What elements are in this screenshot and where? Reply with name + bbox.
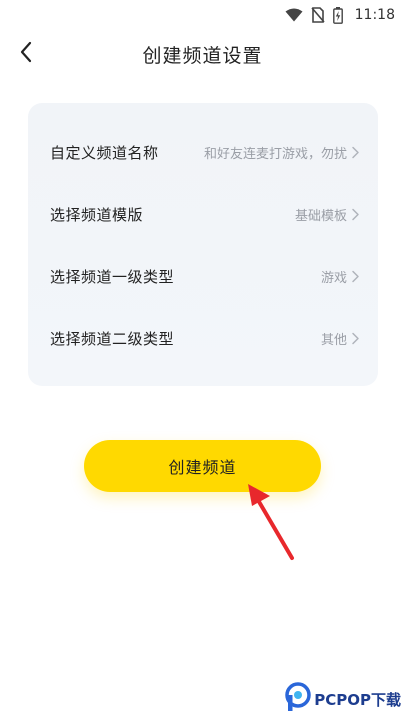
watermark-text: PCPOP下载 xyxy=(314,690,401,709)
chevron-right-icon xyxy=(351,146,360,159)
watermark: PCPOP下载 xyxy=(285,682,401,716)
settings-card: 自定义频道名称 和好友连麦打游戏，勿扰 选择频道模版 基础模板 选择频道一级类型… xyxy=(28,103,378,386)
channel-name-row[interactable]: 自定义频道名称 和好友连麦打游戏，勿扰 xyxy=(28,121,378,183)
status-time: 11:18 xyxy=(354,7,395,23)
header: 创建频道设置 xyxy=(0,30,405,78)
pcpop-logo-icon xyxy=(285,682,311,716)
chevron-right-icon xyxy=(351,208,360,221)
row-label: 选择频道一级类型 xyxy=(50,267,175,286)
row-label: 选择频道模版 xyxy=(50,205,144,224)
row-label: 自定义频道名称 xyxy=(50,143,159,162)
battery-charging-icon xyxy=(332,6,343,24)
row-value: 和好友连麦打游戏，勿扰 xyxy=(203,146,347,162)
row-label: 选择频道二级类型 xyxy=(50,329,175,348)
chevron-right-icon xyxy=(351,270,360,283)
status-bar: 11:18 xyxy=(0,0,405,30)
row-value: 其他 xyxy=(320,332,347,348)
row-value: 游戏 xyxy=(320,270,347,286)
no-sim-icon xyxy=(311,7,325,23)
page-title: 创建频道设置 xyxy=(142,44,263,67)
secondary-type-row[interactable]: 选择频道二级类型 其他 xyxy=(28,307,378,369)
chevron-right-icon xyxy=(351,332,360,345)
primary-type-row[interactable]: 选择频道一级类型 游戏 xyxy=(28,245,378,307)
row-value: 基础模板 xyxy=(294,208,347,224)
wifi-icon xyxy=(285,8,303,22)
annotation-arrow-icon xyxy=(240,478,300,567)
chevron-left-icon xyxy=(19,41,33,67)
back-button[interactable] xyxy=(8,36,44,72)
channel-template-row[interactable]: 选择频道模版 基础模板 xyxy=(28,183,378,245)
